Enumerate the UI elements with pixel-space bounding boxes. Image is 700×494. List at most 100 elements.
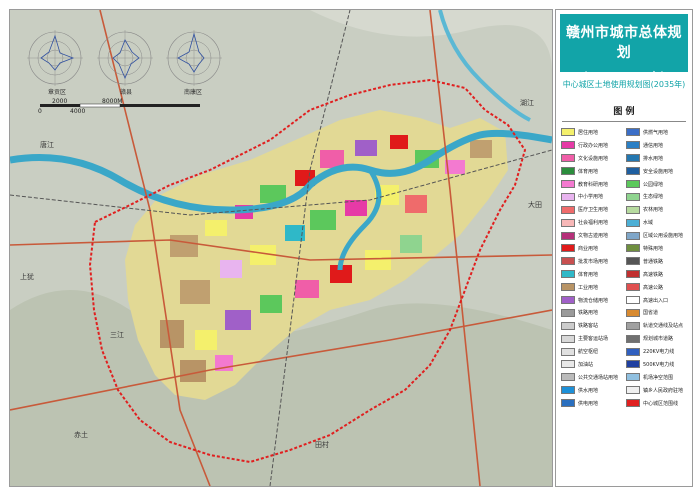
place-name: 赤土 bbox=[74, 431, 88, 439]
legend-label: 高速出入口 bbox=[643, 297, 669, 304]
legend-swatch bbox=[626, 334, 640, 343]
legend-swatch bbox=[626, 141, 640, 150]
legend-swatch bbox=[561, 167, 575, 176]
legend-item: 公园绿地 bbox=[626, 178, 690, 191]
legend-label: 社会福利用地 bbox=[578, 220, 609, 227]
legend-label: 公共交通场站用地 bbox=[578, 374, 619, 381]
legend-swatch bbox=[561, 373, 575, 382]
legend-item: 供燃气用地 bbox=[626, 126, 690, 139]
legend-label: 排水用地 bbox=[643, 155, 664, 162]
legend-label: 体育用地 bbox=[578, 168, 599, 175]
legend-label: 行政办公用地 bbox=[578, 142, 609, 149]
legend-label: 物流仓储用地 bbox=[578, 297, 609, 304]
legend-label: 加油站 bbox=[578, 361, 594, 368]
legend-title: 图 例 bbox=[613, 107, 635, 117]
legend-swatch bbox=[626, 308, 640, 317]
legend-item: 文化设施用地 bbox=[561, 152, 625, 165]
legend-swatch bbox=[561, 154, 575, 163]
place-name: 三江 bbox=[110, 331, 124, 339]
legend-label: 区域公用设施用地 bbox=[643, 233, 684, 240]
legend-column-2: 供燃气用地 通信用地 排水用地 安全设施用地 公园绿地 生态绿地 农林用地 水域 区域公用设施用… bbox=[626, 126, 690, 410]
legend-label: 体育用地 bbox=[578, 271, 599, 278]
legend-item: 特殊用地 bbox=[626, 242, 690, 255]
legend-label: 规划城市道路 bbox=[643, 336, 674, 343]
legend-label: 铁路用地 bbox=[578, 310, 599, 317]
legend-label: 生态绿地 bbox=[643, 194, 664, 201]
legend-swatch bbox=[561, 308, 575, 317]
legend-label: 特殊用地 bbox=[643, 245, 664, 252]
legend-label: 教育科研用地 bbox=[578, 181, 609, 188]
legend-item: 规划城市道路 bbox=[626, 332, 690, 345]
legend-label: 500KV电力线 bbox=[643, 361, 675, 368]
legend-item: 轨道交通线及站点 bbox=[626, 319, 690, 332]
legend-item: 教育科研用地 bbox=[561, 178, 625, 191]
legend-label: 文化设施用地 bbox=[578, 155, 609, 162]
legend-item: 体育用地 bbox=[561, 165, 625, 178]
legend-item: 农林用地 bbox=[626, 203, 690, 216]
legend-label: 220KV电力线 bbox=[643, 349, 675, 356]
legend-label: 文物古迹用地 bbox=[578, 233, 609, 240]
legend-label: 航空枢纽 bbox=[578, 349, 599, 356]
legend-label: 普通铁路 bbox=[643, 258, 664, 265]
legend-swatch bbox=[626, 283, 640, 292]
legend-panel: 赣州市城市总体规划 （2017~2035年） 中心城区土地使用规划图(2035年… bbox=[555, 9, 693, 487]
legend-swatch bbox=[626, 399, 640, 408]
legend-item: 区域公用设施用地 bbox=[626, 229, 690, 242]
legend-item: 中心城区范围线 bbox=[626, 397, 690, 410]
legend-item: 航空枢纽 bbox=[561, 345, 625, 358]
place-name: 大田 bbox=[528, 201, 542, 209]
land-use-map[interactable]: 章贡区 赣县 南康区 0 2000 4000 8000M 唐江 三江 大田 上犹… bbox=[9, 9, 553, 487]
legend-swatch bbox=[626, 386, 640, 395]
legend-swatch bbox=[561, 283, 575, 292]
legend-swatch bbox=[626, 360, 640, 369]
legend-swatch bbox=[626, 321, 640, 330]
map-title: 中心城区土地使用规划图(2035年) bbox=[562, 80, 686, 89]
legend-item: 批发市场用地 bbox=[561, 255, 625, 268]
legend-item: 机场净空范围 bbox=[626, 371, 690, 384]
legend-label: 中小学用地 bbox=[578, 194, 604, 201]
legend-swatch bbox=[561, 218, 575, 227]
legend-label: 商业用地 bbox=[578, 245, 599, 252]
legend-swatch bbox=[626, 205, 640, 214]
legend-item: 居住用地 bbox=[561, 126, 625, 139]
place-name: 上犹 bbox=[20, 273, 34, 281]
legend-item: 加油站 bbox=[561, 358, 625, 371]
legend-item: 工业用地 bbox=[561, 281, 625, 294]
legend-label: 轨道交通线及站点 bbox=[643, 323, 684, 330]
legend-swatch bbox=[561, 192, 575, 201]
wind-rose-label: 赣县 bbox=[120, 89, 133, 96]
legend-item: 220KV电力线 bbox=[626, 345, 690, 358]
legend-swatch bbox=[561, 205, 575, 214]
legend-swatch bbox=[626, 244, 640, 253]
legend-item: 普通铁路 bbox=[626, 255, 690, 268]
scale-label: 2000 bbox=[52, 98, 68, 105]
legend-label: 通信用地 bbox=[643, 142, 664, 149]
legend-swatch bbox=[561, 386, 575, 395]
legend-swatch bbox=[561, 180, 575, 188]
legend-item: 行政办公用地 bbox=[561, 139, 625, 152]
legend-item: 供水用地 bbox=[561, 384, 625, 397]
title-block: 赣州市城市总体规划 （2017~2035年） bbox=[560, 14, 688, 83]
map-sheet: 章贡区 赣县 南康区 0 2000 4000 8000M 唐江 三江 大田 上犹… bbox=[0, 0, 700, 494]
legend-swatch bbox=[561, 244, 575, 253]
legend-swatch bbox=[561, 347, 575, 356]
legend-item: 主要客运站场 bbox=[561, 332, 625, 345]
legend-swatch bbox=[626, 270, 640, 279]
plan-title: 赣州市城市总体规划 bbox=[566, 25, 682, 61]
wind-rose-label: 章贡区 bbox=[48, 89, 67, 96]
legend-swatch bbox=[561, 360, 575, 369]
legend-item: 国省道 bbox=[626, 306, 690, 319]
legend-label: 铁路客站 bbox=[578, 323, 599, 330]
legend-label: 高速公路 bbox=[643, 284, 664, 291]
wind-rose-label: 南康区 bbox=[184, 89, 203, 96]
legend-item: 文物古迹用地 bbox=[561, 229, 625, 242]
legend-item: 医疗卫生用地 bbox=[561, 203, 625, 216]
legend-label: 水域 bbox=[643, 220, 654, 227]
legend-swatch bbox=[626, 154, 640, 163]
legend-swatch bbox=[561, 128, 575, 137]
legend-item: 水域 bbox=[626, 216, 690, 229]
legend-swatch bbox=[626, 167, 640, 176]
legend-swatch bbox=[561, 334, 575, 343]
legend-item: 物流仓储用地 bbox=[561, 294, 625, 307]
legend-swatch bbox=[561, 296, 575, 305]
